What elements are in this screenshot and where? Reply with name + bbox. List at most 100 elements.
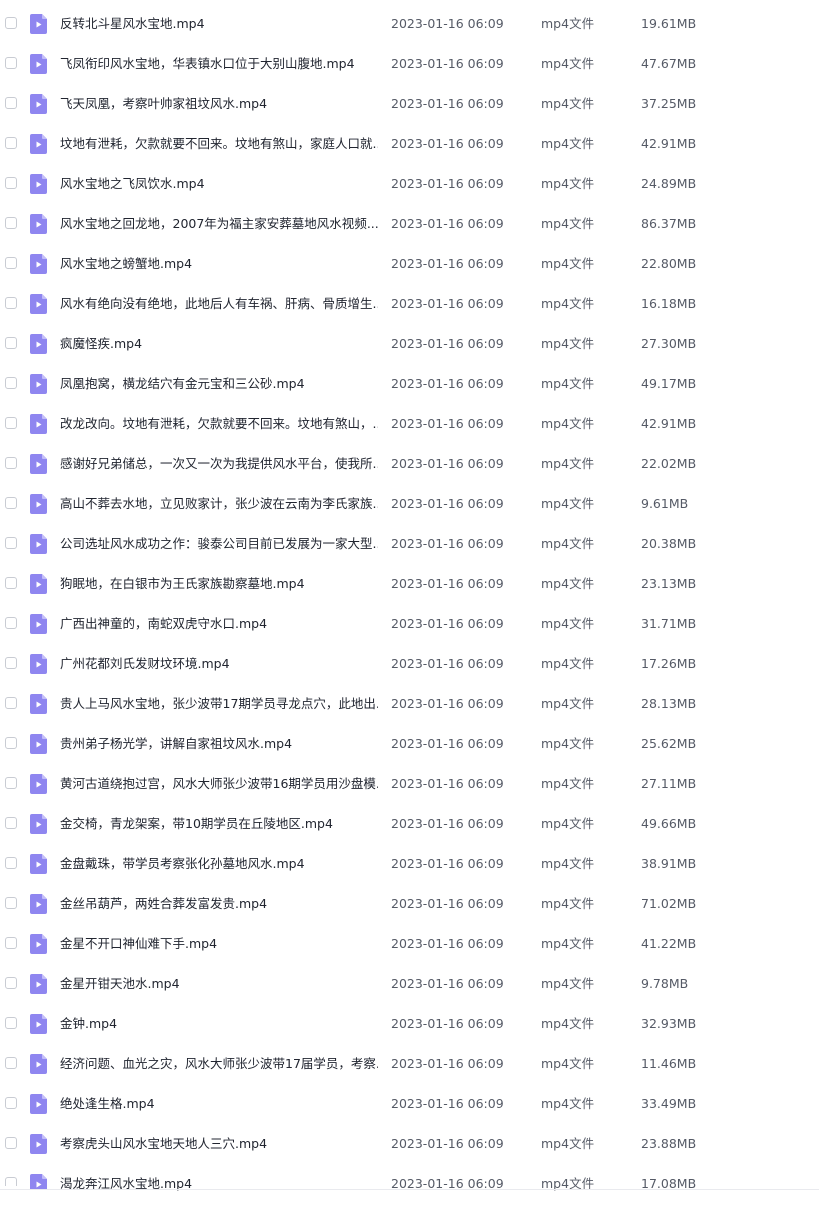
file-name[interactable]: 公司选址风水成功之作：骏泰公司目前已发展为一家大型... <box>60 536 378 552</box>
row-checkbox[interactable] <box>5 777 17 789</box>
file-name[interactable]: 金交椅，青龙架案，带10期学员在丘陵地区.mp4 <box>60 816 378 832</box>
row-checkbox[interactable] <box>5 17 17 29</box>
file-name[interactable]: 经济问题、血光之灾，风水大师张少波带17届学员，考察... <box>60 1056 378 1072</box>
file-name[interactable]: 金丝吊葫芦，两姓合葬发富发贵.mp4 <box>60 896 378 912</box>
file-name[interactable]: 感谢好兄弟储总，一次又一次为我提供风水平台，使我所... <box>60 456 378 472</box>
file-type: mp4文件 <box>541 816 595 831</box>
row-checkbox[interactable] <box>5 1057 17 1069</box>
file-name[interactable]: 高山不葬去水地，立见败家计，张少波在云南为李氏家族... <box>60 496 378 512</box>
row-checkbox[interactable] <box>5 857 17 869</box>
file-name[interactable]: 风水有绝向没有绝地，此地后人有车祸、肝病、骨质增生... <box>60 296 378 312</box>
row-checkbox[interactable] <box>5 1097 17 1109</box>
file-row[interactable]: 风水有绝向没有绝地，此地后人有车祸、肝病、骨质增生... 2023-01-16 0… <box>0 284 819 324</box>
file-row[interactable]: 疯魔怪疾.mp4 2023-01-16 06:09 mp4文件 27.30MB <box>0 324 819 364</box>
file-name[interactable]: 坟地有泄耗，欠款就要不回来。坟地有煞山，家庭人口就... <box>60 136 378 152</box>
row-checkbox[interactable] <box>5 137 17 149</box>
file-row[interactable]: 感谢好兄弟储总，一次又一次为我提供风水平台，使我所... 2023-01-16 0… <box>0 444 819 484</box>
row-checkbox[interactable] <box>5 577 17 589</box>
file-name[interactable]: 黄河古道绕抱过宫，风水大师张少波带16期学员用沙盘模... <box>60 776 378 792</box>
file-name[interactable]: 金钟.mp4 <box>60 1016 378 1032</box>
file-row[interactable]: 凤凰抱窝，横龙结穴有金元宝和三公砂.mp4 2023-01-16 06:09 mp4… <box>0 364 819 404</box>
file-type: mp4文件 <box>541 936 595 951</box>
row-checkbox[interactable] <box>5 657 17 669</box>
video-file-icon <box>30 694 47 714</box>
file-row[interactable]: 贵人上马风水宝地，张少波带17期学员寻龙点穴，此地出... 2023-01-16 … <box>0 684 819 724</box>
file-name[interactable]: 绝处逢生格.mp4 <box>60 1096 378 1112</box>
row-checkbox[interactable] <box>5 457 17 469</box>
file-name[interactable]: 广西出神童的，南蛇双虎守水口.mp4 <box>60 616 378 632</box>
row-checkbox[interactable] <box>5 97 17 109</box>
file-name[interactable]: 反转北斗星风水宝地.mp4 <box>60 16 378 32</box>
file-row[interactable]: 坟地有泄耗，欠款就要不回来。坟地有煞山，家庭人口就... 2023-01-16 0… <box>0 124 819 164</box>
file-name[interactable]: 贵人上马风水宝地，张少波带17期学员寻龙点穴，此地出... <box>60 696 378 712</box>
file-row[interactable]: 渴龙奔江风水宝地.mp4 2023-01-16 06:09 mp4文件 17.08MB <box>0 1164 819 1204</box>
file-name[interactable]: 贵州弟子杨光学，讲解自家祖坟风水.mp4 <box>60 736 378 752</box>
file-row[interactable]: 金钟.mp4 2023-01-16 06:09 mp4文件 32.93MB <box>0 1004 819 1044</box>
row-checkbox[interactable] <box>5 417 17 429</box>
file-row[interactable]: 经济问题、血光之灾，风水大师张少波带17届学员，考察... 2023-01-16 … <box>0 1044 819 1084</box>
file-date: 2023-01-16 06:09 <box>391 736 504 751</box>
file-row[interactable]: 广州花都刘氏发财坟环境.mp4 2023-01-16 06:09 mp4文件 17.2… <box>0 644 819 684</box>
file-name[interactable]: 广州花都刘氏发财坟环境.mp4 <box>60 656 378 672</box>
row-checkbox[interactable] <box>5 217 17 229</box>
file-row[interactable]: 金星开钳天池水.mp4 2023-01-16 06:09 mp4文件 9.78MB <box>0 964 819 1004</box>
file-row[interactable]: 广西出神童的，南蛇双虎守水口.mp4 2023-01-16 06:09 mp4文件 3… <box>0 604 819 644</box>
file-name[interactable]: 风水宝地之回龙地，2007年为福主家安葬墓地风水视频.... <box>60 216 378 232</box>
file-size: 17.26MB <box>641 656 697 671</box>
row-checkbox[interactable] <box>5 257 17 269</box>
file-name[interactable]: 渴龙奔江风水宝地.mp4 <box>60 1176 378 1192</box>
file-name[interactable]: 金星不开口神仙难下手.mp4 <box>60 936 378 952</box>
file-size: 37.25MB <box>641 96 697 111</box>
file-row[interactable]: 反转北斗星风水宝地.mp4 2023-01-16 06:09 mp4文件 19.61M… <box>0 4 819 44</box>
file-row[interactable]: 飞天凤凰，考察叶帅家祖坟风水.mp4 2023-01-16 06:09 mp4文件 3… <box>0 84 819 124</box>
row-checkbox[interactable] <box>5 177 17 189</box>
file-date: 2023-01-16 06:09 <box>391 696 504 711</box>
file-row[interactable]: 风水宝地之螃蟹地.mp4 2023-01-16 06:09 mp4文件 22.80MB <box>0 244 819 284</box>
row-checkbox[interactable] <box>5 57 17 69</box>
file-name[interactable]: 风水宝地之飞凤饮水.mp4 <box>60 176 378 192</box>
file-name[interactable]: 改龙改向。坟地有泄耗，欠款就要不回来。坟地有煞山，... <box>60 416 378 432</box>
file-name[interactable]: 凤凰抱窝，横龙结穴有金元宝和三公砂.mp4 <box>60 376 378 392</box>
file-row[interactable]: 狗眠地，在白银市为王氏家族勘察墓地.mp4 2023-01-16 06:09 mp4… <box>0 564 819 604</box>
row-checkbox[interactable] <box>5 617 17 629</box>
file-row[interactable]: 风水宝地之飞凤饮水.mp4 2023-01-16 06:09 mp4文件 24.89M… <box>0 164 819 204</box>
file-name[interactable]: 考察虎头山风水宝地天地人三穴.mp4 <box>60 1136 378 1152</box>
file-row[interactable]: 高山不葬去水地，立见败家计，张少波在云南为李氏家族... 2023-01-16 0… <box>0 484 819 524</box>
row-checkbox[interactable] <box>5 1137 17 1149</box>
file-row[interactable]: 风水宝地之回龙地，2007年为福主家安葬墓地风水视频.... 2023-01-16… <box>0 204 819 244</box>
row-checkbox[interactable] <box>5 817 17 829</box>
file-name[interactable]: 金星开钳天池水.mp4 <box>60 976 378 992</box>
file-row[interactable]: 贵州弟子杨光学，讲解自家祖坟风水.mp4 2023-01-16 06:09 mp4文… <box>0 724 819 764</box>
file-row[interactable]: 绝处逢生格.mp4 2023-01-16 06:09 mp4文件 33.49MB <box>0 1084 819 1124</box>
row-checkbox[interactable] <box>5 697 17 709</box>
file-size: 31.71MB <box>641 616 697 631</box>
file-row[interactable]: 黄河古道绕抱过宫，风水大师张少波带16期学员用沙盘模... 2023-01-16 … <box>0 764 819 804</box>
video-file-icon <box>30 54 47 74</box>
file-name[interactable]: 狗眠地，在白银市为王氏家族勘察墓地.mp4 <box>60 576 378 592</box>
file-row[interactable]: 金丝吊葫芦，两姓合葬发富发贵.mp4 2023-01-16 06:09 mp4文件 7… <box>0 884 819 924</box>
file-name[interactable]: 风水宝地之螃蟹地.mp4 <box>60 256 378 272</box>
file-row[interactable]: 金交椅，青龙架案，带10期学员在丘陵地区.mp4 2023-01-16 06:09… <box>0 804 819 844</box>
file-name[interactable]: 飞天凤凰，考察叶帅家祖坟风水.mp4 <box>60 96 378 112</box>
file-row[interactable]: 改龙改向。坟地有泄耗，欠款就要不回来。坟地有煞山，... 2023-01-16 0… <box>0 404 819 444</box>
row-checkbox[interactable] <box>5 897 17 909</box>
row-checkbox[interactable] <box>5 377 17 389</box>
row-checkbox[interactable] <box>5 497 17 509</box>
file-size: 11.46MB <box>641 1056 697 1071</box>
row-checkbox[interactable] <box>5 337 17 349</box>
file-row[interactable]: 考察虎头山风水宝地天地人三穴.mp4 2023-01-16 06:09 mp4文件 2… <box>0 1124 819 1164</box>
row-checkbox[interactable] <box>5 1017 17 1029</box>
row-checkbox[interactable] <box>5 537 17 549</box>
file-row[interactable]: 金盘戴珠，带学员考察张化孙墓地风水.mp4 2023-01-16 06:09 mp4… <box>0 844 819 884</box>
file-name[interactable]: 飞凤衔印风水宝地，华表镇水口位于大别山腹地.mp4 <box>60 56 378 72</box>
row-checkbox[interactable] <box>5 977 17 989</box>
row-checkbox[interactable] <box>5 937 17 949</box>
file-name[interactable]: 金盘戴珠，带学员考察张化孙墓地风水.mp4 <box>60 856 378 872</box>
file-name[interactable]: 疯魔怪疾.mp4 <box>60 336 378 352</box>
file-row[interactable]: 公司选址风水成功之作：骏泰公司目前已发展为一家大型... 2023-01-16 0… <box>0 524 819 564</box>
row-checkbox[interactable] <box>5 1177 17 1186</box>
file-row[interactable]: 金星不开口神仙难下手.mp4 2023-01-16 06:09 mp4文件 41.22… <box>0 924 819 964</box>
row-checkbox[interactable] <box>5 297 17 309</box>
file-row[interactable]: 飞凤衔印风水宝地，华表镇水口位于大别山腹地.mp4 2023-01-16 06:0… <box>0 44 819 84</box>
row-checkbox[interactable] <box>5 737 17 749</box>
